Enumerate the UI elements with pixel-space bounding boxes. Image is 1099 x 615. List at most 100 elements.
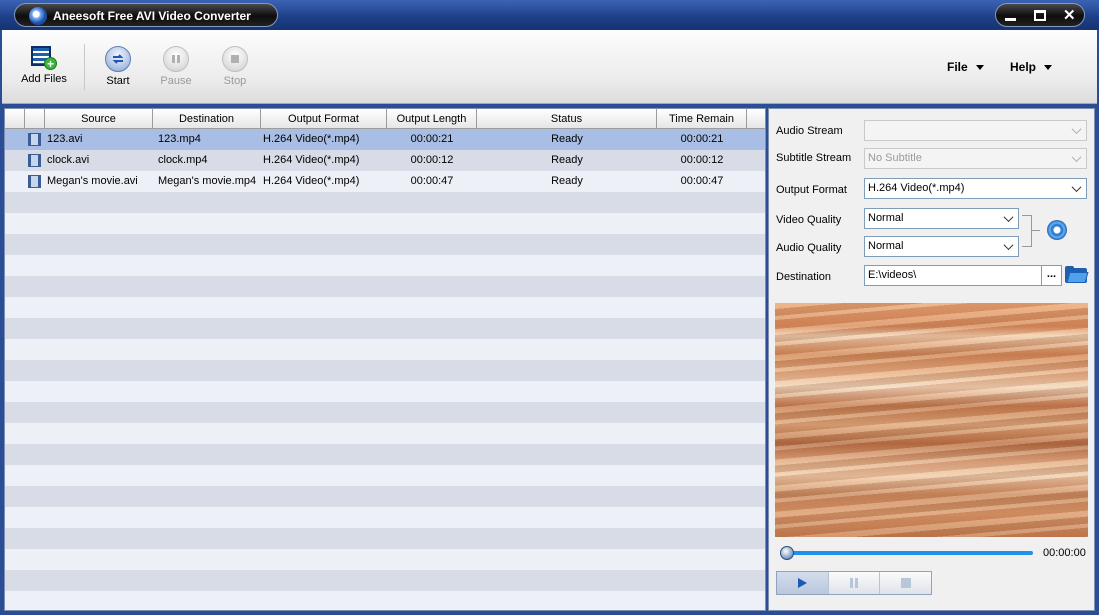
chevron-down-icon	[1044, 65, 1053, 71]
cell-status: Ready	[551, 133, 583, 145]
app-window: Aneesoft Free AVI Video Converter ✕ + Ad…	[0, 0, 1099, 615]
open-folder-icon[interactable]	[1065, 266, 1089, 284]
gear-icon[interactable]	[1047, 220, 1067, 240]
column-header-status[interactable]: Status	[477, 109, 657, 129]
file-menu[interactable]: File	[947, 60, 984, 74]
chevron-down-icon	[1069, 181, 1084, 196]
cell-status: Ready	[551, 175, 583, 187]
subtitle-stream-label: Subtitle Stream	[776, 152, 852, 164]
stop-label: Stop	[223, 75, 247, 87]
column-header-output-format[interactable]: Output Format	[261, 109, 387, 129]
cell-format: H.264 Video(*.mp4)	[263, 175, 360, 187]
pause-label: Pause	[160, 75, 192, 87]
cell-format: H.264 Video(*.mp4)	[263, 154, 360, 166]
audio-quality-value: Normal	[868, 240, 904, 252]
table-row[interactable]: clock.avi clock.mp4 H.264 Video(*.mp4) 00:0…	[5, 150, 765, 171]
cell-length: 00:00:21	[410, 133, 454, 145]
empty-row	[5, 591, 765, 610]
column-header-time-remain[interactable]: Time Remain	[657, 109, 747, 129]
add-files-button[interactable]: + Add Files	[14, 46, 74, 85]
app-logo-icon	[29, 7, 47, 25]
play-button[interactable]	[777, 572, 829, 594]
table-row[interactable]: 123.avi 123.mp4 H.264 Video(*.mp4) 00:00:21…	[5, 129, 765, 150]
close-button[interactable]: ✕	[1058, 5, 1080, 25]
audio-quality-select[interactable]: Normal	[864, 236, 1019, 257]
browse-button[interactable]: ...	[1042, 265, 1062, 286]
cell-source: Megan's movie.avi	[47, 175, 138, 187]
close-icon: ✕	[1063, 7, 1076, 24]
destination-label: Destination	[776, 271, 832, 283]
pause-icon	[850, 578, 858, 588]
cell-destination: clock.mp4	[158, 154, 208, 166]
stop-playback-button[interactable]	[880, 572, 931, 594]
empty-row	[5, 507, 765, 528]
audio-stream-select[interactable]	[864, 120, 1087, 141]
video-file-icon	[28, 175, 41, 188]
maximize-button[interactable]	[1029, 5, 1051, 25]
chevron-down-icon	[1069, 151, 1084, 166]
video-quality-value: Normal	[868, 212, 904, 224]
empty-row	[5, 276, 765, 297]
start-label: Start	[106, 75, 130, 87]
header-blank	[5, 109, 25, 129]
toolbar-separator	[84, 44, 85, 90]
chevron-down-icon	[1069, 123, 1084, 138]
audio-stream-label: Audio Stream	[776, 125, 843, 137]
column-header-destination[interactable]: Destination	[153, 109, 261, 129]
window-controls: ✕	[995, 3, 1085, 27]
subtitle-stream-value: No Subtitle	[868, 152, 922, 164]
chevron-down-icon	[975, 65, 984, 71]
cell-length: 00:00:47	[410, 175, 454, 187]
cell-remain: 00:00:47	[680, 175, 724, 187]
empty-row	[5, 360, 765, 381]
cell-length: 00:00:12	[410, 154, 454, 166]
column-header-source[interactable]: Source	[45, 109, 153, 129]
seek-handle[interactable]	[780, 546, 794, 560]
pause-button[interactable]: Pause	[146, 46, 206, 87]
quality-bracket	[1022, 215, 1032, 247]
subtitle-stream-select[interactable]: No Subtitle	[864, 148, 1087, 169]
seek-bar[interactable]	[785, 551, 1033, 555]
table-row[interactable]: Megan's movie.avi Megan's movie.mp4 H.264 …	[5, 171, 765, 192]
pause-playback-button[interactable]	[829, 572, 881, 594]
play-icon	[797, 578, 807, 588]
empty-row	[5, 402, 765, 423]
minimize-icon	[1005, 17, 1017, 21]
file-menu-label: File	[947, 60, 968, 74]
start-button[interactable]: Start	[88, 46, 148, 87]
help-menu[interactable]: Help	[1010, 60, 1053, 74]
quality-bracket-tick	[1032, 230, 1040, 231]
stop-button[interactable]: Stop	[205, 46, 265, 87]
add-files-label: Add Files	[21, 73, 67, 85]
empty-row	[5, 318, 765, 339]
empty-row	[5, 486, 765, 507]
cell-destination: 123.mp4	[158, 133, 201, 145]
empty-row	[5, 297, 765, 318]
cell-remain: 00:00:21	[680, 133, 724, 145]
help-menu-label: Help	[1010, 60, 1037, 74]
minimize-button[interactable]	[1000, 5, 1022, 25]
video-quality-label: Video Quality	[776, 214, 842, 226]
column-header-output-length[interactable]: Output Length	[387, 109, 477, 129]
add-files-icon: +	[31, 46, 57, 70]
empty-row	[5, 381, 765, 402]
output-format-select[interactable]: H.264 Video(*.mp4)	[864, 178, 1087, 199]
stop-icon	[222, 46, 248, 72]
stop-icon	[900, 578, 911, 588]
destination-field[interactable]: E:\videos\	[864, 265, 1042, 286]
empty-row	[5, 192, 765, 213]
empty-row	[5, 444, 765, 465]
video-preview	[775, 303, 1088, 537]
empty-row	[5, 423, 765, 444]
audio-quality-label: Audio Quality	[776, 242, 842, 254]
empty-row	[5, 465, 765, 486]
list-header: Source Destination Output Format Output …	[5, 109, 765, 129]
output-format-value: H.264 Video(*.mp4)	[868, 182, 965, 194]
pause-icon	[163, 46, 189, 72]
convert-icon	[105, 46, 131, 72]
video-quality-select[interactable]: Normal	[864, 208, 1019, 229]
playback-time: 00:00:00	[1043, 547, 1086, 559]
title-pill: Aneesoft Free AVI Video Converter	[14, 3, 278, 27]
title-bar[interactable]: Aneesoft Free AVI Video Converter ✕	[0, 0, 1099, 30]
file-list[interactable]: Source Destination Output Format Output …	[4, 108, 766, 611]
